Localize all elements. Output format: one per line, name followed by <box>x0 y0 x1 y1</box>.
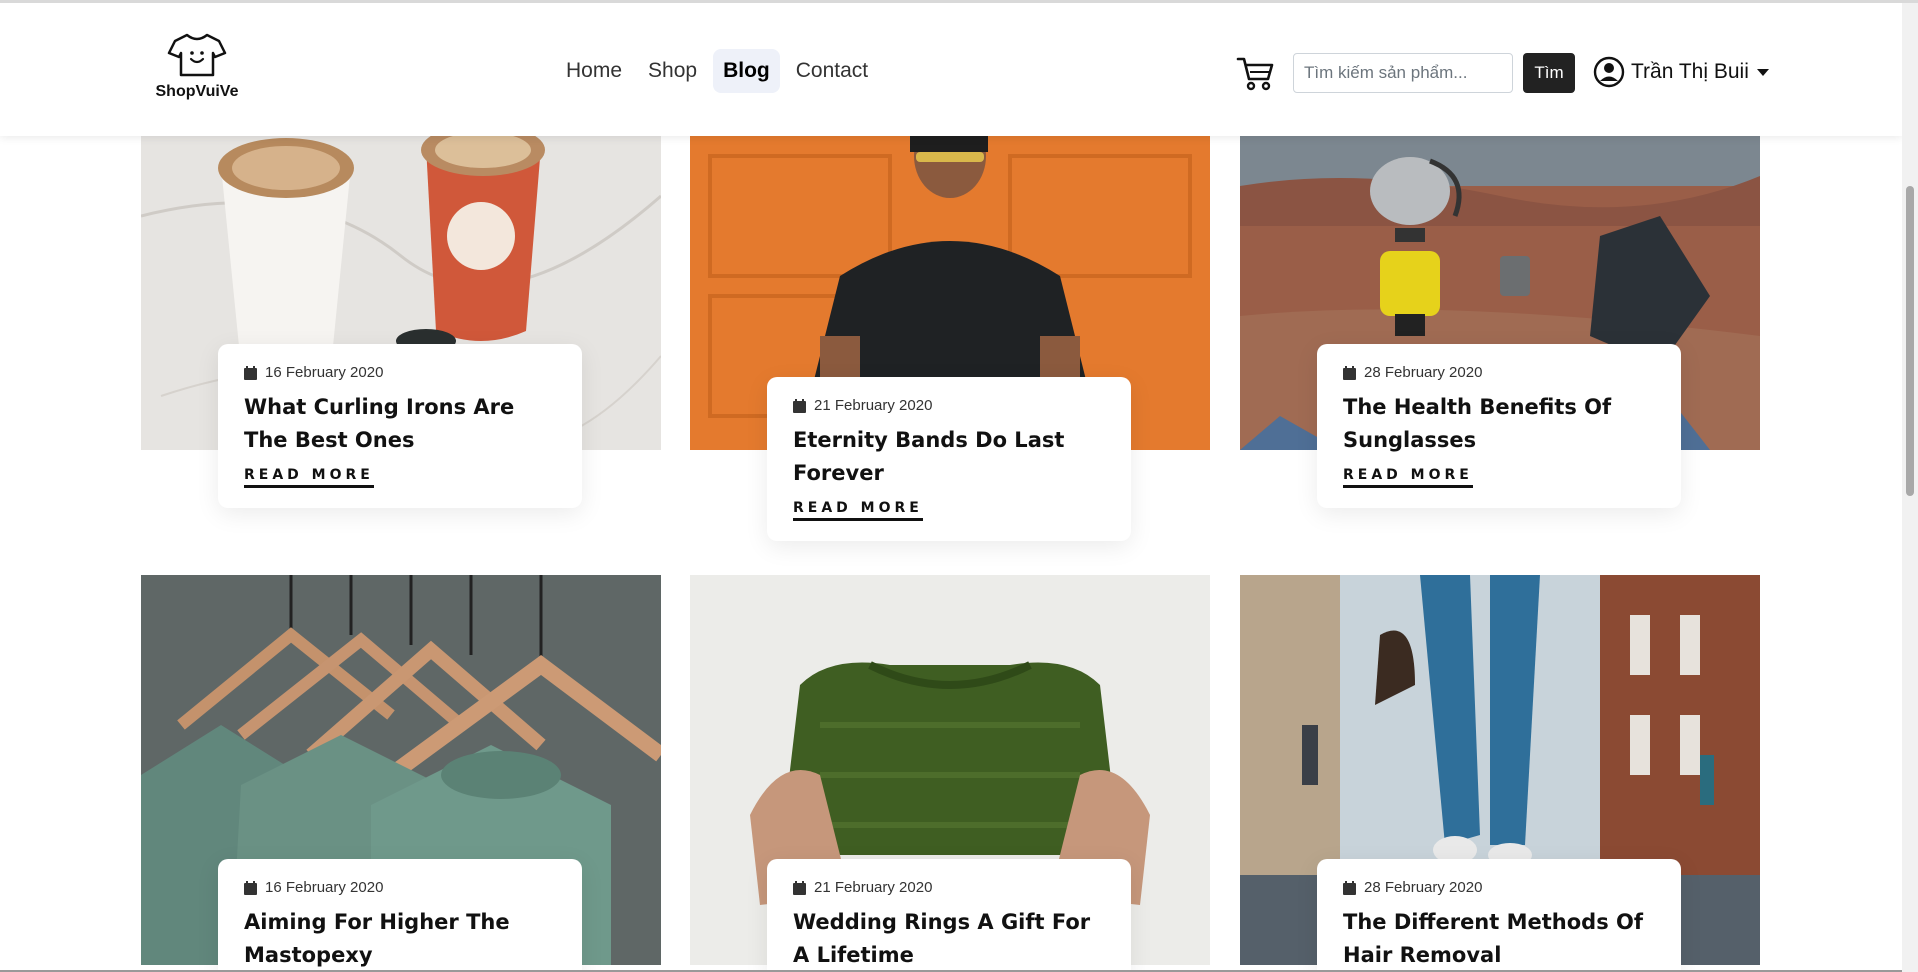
post-date-text: 16 February 2020 <box>265 879 384 896</box>
post-title[interactable]: Wedding Rings A Gift For A Lifetime <box>793 906 1105 972</box>
calendar-icon <box>1343 880 1356 895</box>
read-more-link[interactable]: READ MORE <box>244 467 374 488</box>
post-card-box: 21 February 2020 Wedding Rings A Gift Fo… <box>767 859 1131 972</box>
post-title[interactable]: Aiming For Higher The Mastopexy <box>244 906 556 972</box>
calendar-icon <box>793 398 806 413</box>
cart-icon <box>1236 57 1274 91</box>
calendar-icon <box>793 880 806 895</box>
post-card-box: 28 February 2020 The Different Methods O… <box>1317 859 1681 972</box>
cart-button[interactable] <box>1236 53 1276 93</box>
post-date: 21 February 2020 <box>793 397 1105 414</box>
calendar-icon <box>1343 365 1356 380</box>
post-card-box: 16 February 2020 Aiming For Higher The M… <box>218 859 582 972</box>
post-date-text: 28 February 2020 <box>1364 364 1483 381</box>
scrollbar-thumb[interactable] <box>1906 186 1914 496</box>
brand-name: ShopVuiVe <box>155 83 239 100</box>
post-date-text: 28 February 2020 <box>1364 879 1483 896</box>
main-nav: Home Shop Blog Contact <box>556 49 878 93</box>
user-name: Trần Thị Buii <box>1631 60 1749 83</box>
post-title[interactable]: Eternity Bands Do Last Forever <box>793 424 1105 490</box>
nav-home[interactable]: Home <box>556 49 632 93</box>
post-date: 16 February 2020 <box>244 364 556 381</box>
user-menu[interactable]: Trần Thị Buii <box>1593 56 1769 88</box>
nav-shop[interactable]: Shop <box>638 49 707 93</box>
tshirt-smile-icon <box>167 33 227 77</box>
window-top-border <box>0 0 1918 3</box>
calendar-icon <box>244 880 257 895</box>
search-button[interactable]: Tìm <box>1523 53 1575 93</box>
post-card-box: 28 February 2020 The Health Benefits Of … <box>1317 344 1681 508</box>
read-more-link[interactable]: READ MORE <box>1343 467 1473 488</box>
read-more-link[interactable]: READ MORE <box>793 500 923 521</box>
post-date: 16 February 2020 <box>244 879 556 896</box>
post-card-box: 21 February 2020 Eternity Bands Do Last … <box>767 377 1131 541</box>
post-title[interactable]: The Health Benefits Of Sunglasses <box>1343 391 1655 457</box>
post-card-box: 16 February 2020 What Curling Irons Are … <box>218 344 582 508</box>
user-circle-icon <box>1593 56 1625 88</box>
nav-blog[interactable]: Blog <box>713 49 780 93</box>
post-date: 28 February 2020 <box>1343 364 1655 381</box>
post-date-text: 21 February 2020 <box>814 397 933 414</box>
navbar: ShopVuiVe Home Shop Blog Contact Tìm Trầ… <box>0 3 1902 136</box>
post-date: 28 February 2020 <box>1343 879 1655 896</box>
nav-contact[interactable]: Contact <box>786 49 878 93</box>
chevron-down-icon <box>1756 68 1769 76</box>
calendar-icon <box>244 365 257 380</box>
post-date-text: 21 February 2020 <box>814 879 933 896</box>
post-title[interactable]: What Curling Irons Are The Best Ones <box>244 391 556 457</box>
post-date-text: 16 February 2020 <box>265 364 384 381</box>
post-title[interactable]: The Different Methods Of Hair Removal <box>1343 906 1655 972</box>
post-date: 21 February 2020 <box>793 879 1105 896</box>
search-input[interactable] <box>1293 53 1513 93</box>
brand-logo[interactable]: ShopVuiVe <box>150 31 244 101</box>
scrollbar[interactable] <box>1902 3 1918 972</box>
